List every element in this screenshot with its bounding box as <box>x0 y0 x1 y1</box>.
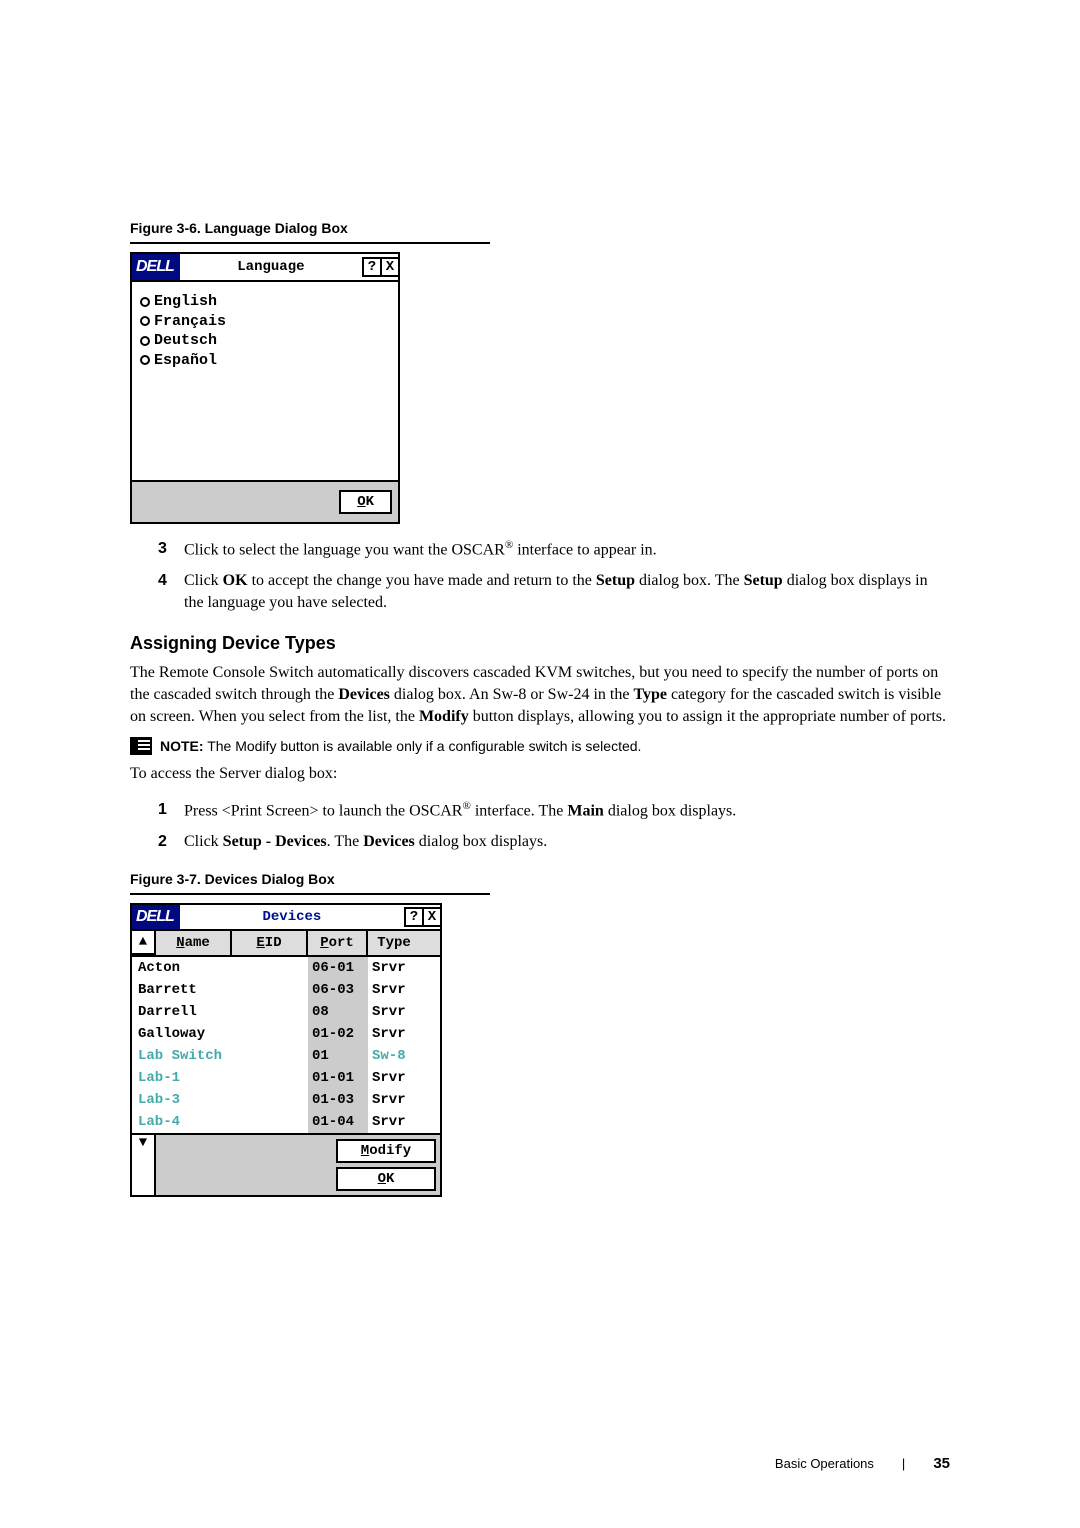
device-port: 01-01 <box>308 1067 368 1089</box>
radio-icon[interactable] <box>140 316 150 326</box>
device-port: 01 <box>308 1045 368 1067</box>
dell-logo: DELL <box>132 254 180 280</box>
dell-logo: DELL <box>132 905 180 929</box>
device-name: Lab-1 <box>132 1070 308 1086</box>
devices-title-bar: DELL Devices ? X <box>132 905 440 931</box>
page-footer: Basic Operations | 35 <box>775 1455 950 1472</box>
separator: | <box>902 1456 905 1471</box>
devices-footer: ▼ Modify OK <box>132 1133 440 1195</box>
device-port: 01-02 <box>308 1023 368 1045</box>
divider <box>130 242 490 244</box>
device-type: Srvr <box>368 1114 420 1130</box>
steps-list-b: 1 Press <Print Screen> to launch the OSC… <box>158 799 950 853</box>
modify-button[interactable]: Modify <box>336 1139 436 1163</box>
language-option[interactable]: Español <box>140 351 390 371</box>
language-label: Deutsch <box>154 331 217 351</box>
device-type: Srvr <box>368 960 420 976</box>
language-title-bar: DELL Language ? X <box>132 254 398 282</box>
device-name: Darrell <box>132 1004 308 1020</box>
device-type: Srvr <box>368 1070 420 1086</box>
step-3: 3 Click to select the language you want … <box>158 538 950 562</box>
radio-icon[interactable] <box>140 355 150 365</box>
language-footer: OK <box>132 482 398 522</box>
figure-3-7-caption: Figure 3-7. Devices Dialog Box <box>130 871 950 887</box>
device-name: Acton <box>132 960 308 976</box>
device-type: Srvr <box>368 1026 420 1042</box>
device-name: Lab-4 <box>132 1114 308 1130</box>
help-icon[interactable]: ? <box>362 257 382 277</box>
steps-list-a: 3 Click to select the language you want … <box>158 538 950 615</box>
device-port: 06-03 <box>308 979 368 1001</box>
ok-button[interactable]: OK <box>336 1167 436 1191</box>
page-number: 35 <box>933 1455 950 1472</box>
radio-icon[interactable] <box>140 297 150 307</box>
step-1: 1 Press <Print Screen> to launch the OSC… <box>158 799 950 823</box>
close-icon[interactable]: X <box>422 907 442 927</box>
language-list: EnglishFrançaisDeutschEspañol <box>132 282 398 482</box>
close-icon[interactable]: X <box>380 257 400 277</box>
device-type: Sw-8 <box>368 1048 420 1064</box>
language-option[interactable]: Deutsch <box>140 331 390 351</box>
language-label: Español <box>154 351 217 371</box>
step-2: 2 Click Setup - Devices. The Devices dia… <box>158 831 950 853</box>
table-row[interactable]: Galloway01-02Srvr <box>132 1023 440 1045</box>
assigning-device-types-heading: Assigning Device Types <box>130 633 950 654</box>
table-row[interactable]: Darrell08Srvr <box>132 1001 440 1023</box>
radio-icon[interactable] <box>140 336 150 346</box>
step-4: 4 Click OK to accept the change you have… <box>158 570 950 615</box>
device-port: 08 <box>308 1001 368 1023</box>
table-row[interactable]: Lab-401-04Srvr <box>132 1111 440 1133</box>
column-port[interactable]: Port <box>308 931 368 955</box>
ok-button[interactable]: OK <box>339 490 392 514</box>
assign-paragraph: The Remote Console Switch automatically … <box>130 662 950 729</box>
device-type: Srvr <box>368 1004 420 1020</box>
figure-3-6-caption: Figure 3-6. Language Dialog Box <box>130 220 950 236</box>
devices-header-row: ▲ Name EID Port Type <box>132 931 440 957</box>
table-row[interactable]: Lab-301-03Srvr <box>132 1089 440 1111</box>
device-port: 01-04 <box>308 1111 368 1133</box>
scroll-down-icon[interactable]: ▼ <box>132 1135 156 1195</box>
help-icon[interactable]: ? <box>404 907 424 927</box>
table-row[interactable]: Lab Switch01Sw-8 <box>132 1045 440 1067</box>
device-name: Galloway <box>132 1026 308 1042</box>
device-port: 06-01 <box>308 957 368 979</box>
language-dialog: DELL Language ? X EnglishFrançaisDeutsch… <box>130 252 400 524</box>
column-eid[interactable]: EID <box>232 931 308 955</box>
divider-2 <box>130 893 490 895</box>
table-row[interactable]: Acton06-01Srvr <box>132 957 440 979</box>
device-name: Barrett <box>132 982 308 998</box>
device-name: Lab-3 <box>132 1092 308 1108</box>
devices-body: Acton06-01SrvrBarrett06-03SrvrDarrell08S… <box>132 957 440 1133</box>
devices-dialog: DELL Devices ? X ▲ Name EID Port Type Ac… <box>130 903 442 1197</box>
access-line: To access the Server dialog box: <box>130 763 950 785</box>
language-title-text: Language <box>180 259 362 275</box>
device-type: Srvr <box>368 982 420 998</box>
devices-title-text: Devices <box>180 909 404 925</box>
device-port: 01-03 <box>308 1089 368 1111</box>
language-option[interactable]: Français <box>140 312 390 332</box>
note-row: NOTE: The Modify button is available onl… <box>130 737 950 755</box>
device-name: Lab Switch <box>132 1048 308 1064</box>
section-label: Basic Operations <box>775 1456 874 1471</box>
column-name[interactable]: Name <box>156 931 232 955</box>
table-row[interactable]: Barrett06-03Srvr <box>132 979 440 1001</box>
table-row[interactable]: Lab-101-01Srvr <box>132 1067 440 1089</box>
language-option[interactable]: English <box>140 292 390 312</box>
note-icon <box>130 737 152 755</box>
language-label: English <box>154 292 217 312</box>
column-type: Type <box>368 931 420 955</box>
note-text: NOTE: The Modify button is available onl… <box>160 738 641 754</box>
scroll-up-icon[interactable]: ▲ <box>132 931 156 955</box>
device-type: Srvr <box>368 1092 420 1108</box>
language-label: Français <box>154 312 226 332</box>
